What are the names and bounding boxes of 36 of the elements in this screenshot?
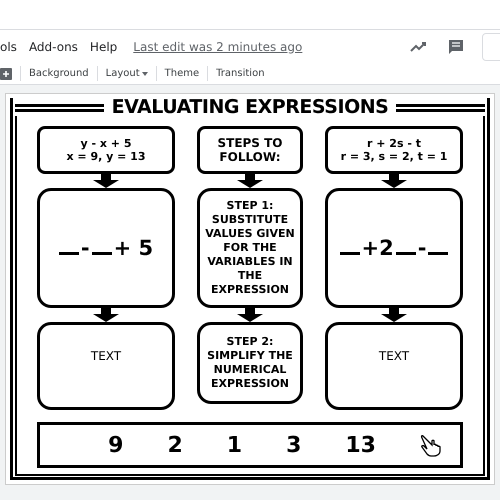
menu-item[interactable]: Help: [90, 38, 118, 56]
menu-item[interactable]: ols: [0, 38, 17, 56]
step-text: STEP 1: SUBSTITUTE VALUES GIVEN FOR THE VARIABLES IN THE EXPRESSION: [204, 199, 296, 297]
toolbar-button[interactable]: Background: [29, 66, 89, 81]
comment-icon[interactable]: [448, 38, 464, 54]
last-edit-link[interactable]: Last edit was 2 minutes ago: [133, 38, 302, 56]
caret-icon: [142, 72, 148, 76]
toolbar-button[interactable]: Theme: [164, 66, 200, 81]
blank-line: [92, 252, 112, 254]
number-tile[interactable]: 3: [286, 428, 302, 462]
menu-item[interactable]: Add-ons: [28, 38, 78, 56]
equation-text: -: [418, 238, 426, 258]
toolbar-button[interactable]: Transition: [216, 66, 265, 81]
trend-icon[interactable]: [410, 40, 428, 52]
expression-text: r + 2s - t: [367, 137, 421, 150]
number-tile[interactable]: 13: [345, 428, 376, 462]
expression-text: x = 9, y = 13: [66, 150, 146, 163]
blank-line: [428, 252, 448, 254]
blank-line: [58, 252, 79, 254]
add-icon[interactable]: [0, 68, 12, 80]
toolbar-button[interactable]: Layout: [106, 66, 148, 81]
slide-title: EVALUATING EXPRESSIONS: [112, 98, 388, 116]
equation-text: + 5: [114, 238, 154, 258]
blank-line: [340, 252, 360, 254]
number-tile[interactable]: 2: [167, 428, 183, 462]
expression-text: y - x + 5: [80, 137, 132, 150]
step-text: STEP 2: SIMPLIFY THE NUMERICAL EXPRESSION: [206, 335, 294, 391]
equation-text: +2: [362, 238, 394, 258]
number-tile[interactable]: 1: [226, 428, 242, 462]
equation-text: -: [80, 238, 90, 258]
expression-text: r = 3, s = 2, t = 1: [340, 150, 448, 163]
number-tile[interactable]: 9: [108, 428, 124, 462]
answer-text: TEXT: [378, 348, 410, 365]
answer-text: TEXT: [90, 348, 122, 365]
steps-heading: STEPS TO FOLLOW:: [216, 136, 284, 164]
blank-line: [396, 252, 416, 254]
